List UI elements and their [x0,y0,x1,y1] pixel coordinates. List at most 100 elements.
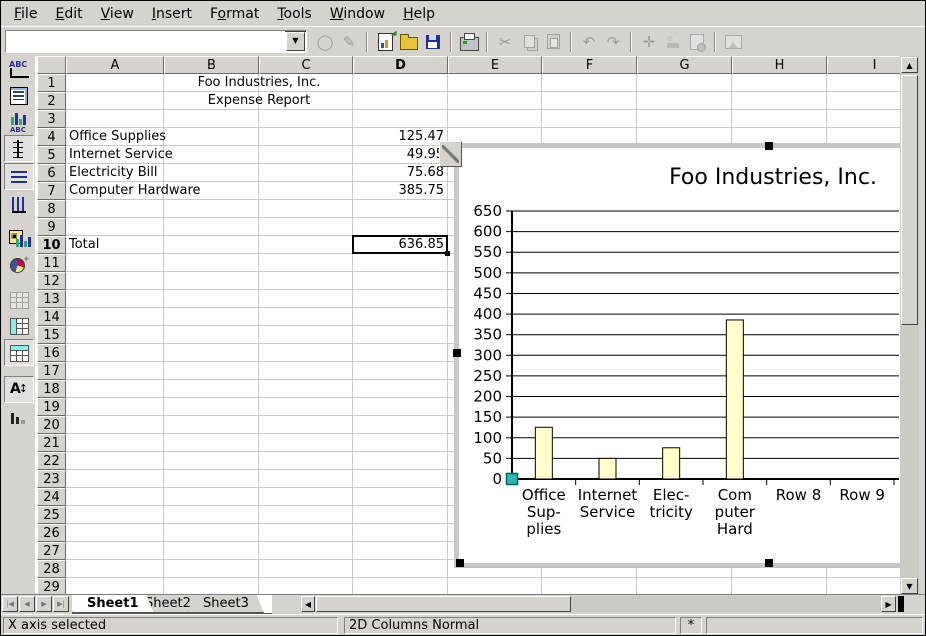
x-category-label[interactable]: ComputerHard [715,486,756,538]
selected-cell-outline[interactable] [352,235,448,254]
autoformat-chart-icon[interactable]: ✦ [5,252,33,277]
chart-selection-handle[interactable] [765,142,773,150]
row-header-9[interactable]: 9 [37,218,66,236]
chart-corner-anchor-icon[interactable] [439,141,462,167]
x-category-label[interactable]: Elec-tricity [649,486,693,521]
menu-file[interactable]: File [5,4,46,24]
row-header-18[interactable]: 18 [37,380,66,398]
menu-view[interactable]: View [92,4,143,24]
url-combobox[interactable]: ▼ [5,30,307,53]
menu-window[interactable]: Window [321,4,394,24]
column-header-H[interactable]: H [732,56,827,74]
row-header-6[interactable]: 6 [37,164,66,182]
scroll-up-button[interactable]: ▲ [901,57,918,73]
cell-B1[interactable]: Foo Industries, Inc. [198,74,321,92]
row-header-8[interactable]: 8 [37,200,66,218]
cell-A6[interactable]: Electricity Bill [69,164,157,182]
row-header-20[interactable]: 20 [37,416,66,434]
row-header-24[interactable]: 24 [37,488,66,506]
row-header-27[interactable]: 27 [37,542,66,560]
column-header-E[interactable]: E [448,56,542,74]
scroll-down-button[interactable]: ▼ [901,578,918,594]
chart-title-icon[interactable]: ABC [5,57,33,82]
row-header-25[interactable]: 25 [37,506,66,524]
row-header-17[interactable]: 17 [37,362,66,380]
bar-office-supplies[interactable] [535,427,552,479]
next-sheet-button[interactable]: ▶ [36,596,52,612]
cell-A7[interactable]: Computer Hardware [69,182,201,200]
x-category-label[interactable]: InternetService [578,486,638,521]
column-header-G[interactable]: G [637,56,732,74]
horizontal-grid-icon[interactable] [4,163,34,190]
vertical-scrollbar[interactable]: ▲ ▼ [900,56,919,596]
cell-A5[interactable]: Internet Service [69,146,173,164]
menu-tools[interactable]: Tools [268,4,321,24]
row-header-5[interactable]: 5 [37,146,66,164]
print-icon[interactable] [458,31,480,53]
row-header-29[interactable]: 29 [37,578,66,594]
row-header-3[interactable]: 3 [37,110,66,128]
menu-format[interactable]: Format [201,4,268,24]
scroll-left-button[interactable]: ◀ [301,596,315,612]
row-header-1[interactable]: 1 [37,74,66,92]
row-header-2[interactable]: 2 [37,92,66,110]
cell-A10[interactable]: Total [69,236,99,254]
row-header-22[interactable]: 22 [37,452,66,470]
row-header-4[interactable]: 4 [37,128,66,146]
horizontal-split-handle[interactable] [898,596,904,612]
data-in-rows-icon[interactable] [5,313,33,338]
previous-sheet-button[interactable]: ◀ [19,596,35,612]
cell-D6[interactable]: 75.68 [353,164,444,182]
bar-computer-hard[interactable] [726,320,743,479]
scale-text-icon[interactable]: A↕ [4,376,34,403]
open-icon[interactable] [398,31,420,53]
bar-internet-service[interactable] [599,458,616,479]
cell-D4[interactable]: 125.47 [353,128,444,146]
menu-insert[interactable]: Insert [143,4,201,24]
row-header-16[interactable]: 16 [37,344,66,362]
column-header-A[interactable]: A [66,56,164,74]
x-category-label[interactable]: Row 8 [776,486,822,504]
last-sheet-button[interactable]: ▶| [53,596,69,612]
row-header-28[interactable]: 28 [37,560,66,578]
horizontal-scroll-track[interactable] [571,596,881,612]
chart-selection-handle[interactable] [453,349,461,357]
url-input[interactable] [6,31,285,52]
axes-title-icon[interactable]: ABC [5,109,33,134]
chart-type-icon[interactable]: ▣ [5,226,33,251]
new-document-icon[interactable] [374,31,396,53]
vertical-grid-icon[interactable] [5,191,33,216]
chart-plot[interactable]: Foo Industries, Inc.05010015020025030035… [459,148,899,560]
chart-selection-handle[interactable] [765,559,773,567]
column-header-B[interactable]: B [164,56,259,74]
x-category-label[interactable]: Row 9 [839,486,885,504]
embedded-chart-object[interactable]: Foo Industries, Inc.05010015020025030035… [454,143,904,568]
data-in-columns-icon[interactable] [4,339,34,366]
row-header-19[interactable]: 19 [37,398,66,416]
row-header-12[interactable]: 12 [37,272,66,290]
menu-edit[interactable]: Edit [46,4,91,24]
menu-help[interactable]: Help [394,4,444,24]
selection-fill-handle[interactable] [445,251,450,256]
url-dropdown-button[interactable]: ▼ [286,32,305,51]
scroll-right-button[interactable]: ▶ [881,596,896,612]
cell-D7[interactable]: 385.75 [353,182,444,200]
row-header-10[interactable]: 10 [37,236,66,254]
reorganize-chart-icon[interactable] [5,404,33,429]
chart-title[interactable]: Foo Industries, Inc. [669,165,877,190]
row-header-15[interactable]: 15 [37,326,66,344]
column-header-D[interactable]: D [353,56,448,74]
vertical-scroll-thumb[interactable] [901,75,918,325]
cell-A4[interactable]: Office Supplies [69,128,166,146]
x-category-label[interactable]: OfficeSup-plies [522,486,566,538]
row-header-26[interactable]: 26 [37,524,66,542]
row-header-23[interactable]: 23 [37,470,66,488]
row-header-11[interactable]: 11 [37,254,66,272]
cell-D5[interactable]: 49.95 [353,146,444,164]
row-header-21[interactable]: 21 [37,434,66,452]
bar-electricity[interactable] [663,448,680,479]
sheet-tab-sheet3[interactable]: Sheet3 [188,595,264,613]
column-header-C[interactable]: C [259,56,353,74]
first-sheet-button[interactable]: |◀ [2,596,18,612]
cell-B2[interactable]: Expense Report [208,92,310,110]
